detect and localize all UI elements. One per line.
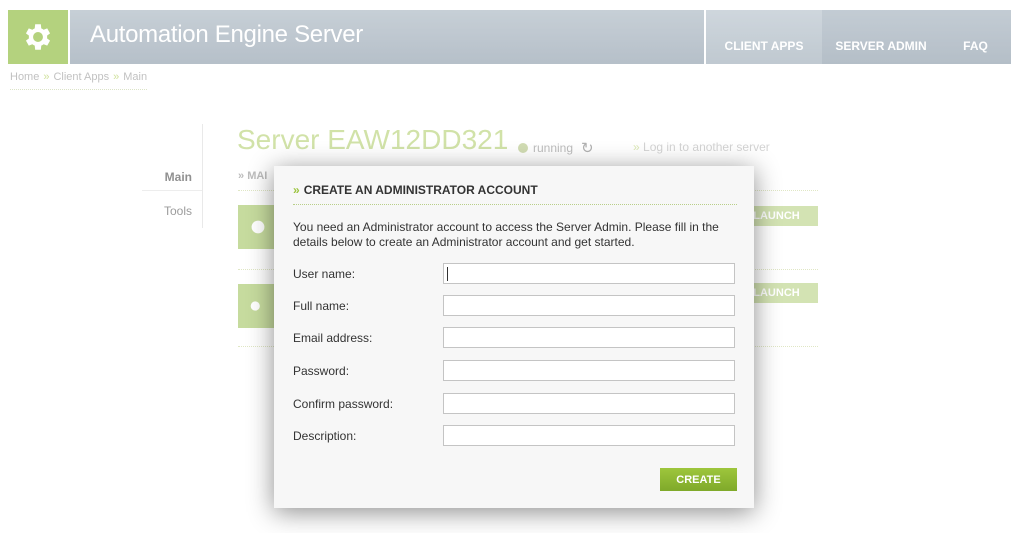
confirm-password-field[interactable] (443, 393, 735, 414)
description-field[interactable] (443, 425, 735, 446)
password-label: Password: (293, 364, 350, 378)
email-label: Email address: (293, 331, 373, 345)
form-row-password: Password: (293, 360, 737, 382)
form-row-full-name: Full name: (293, 295, 737, 317)
user-name-field[interactable] (443, 263, 735, 284)
full-name-field[interactable] (443, 295, 735, 316)
dialog-divider (293, 204, 737, 205)
dialog-description: You need an Administrator account to acc… (293, 220, 719, 249)
dialog-title-text: CREATE AN ADMINISTRATOR ACCOUNT (303, 183, 538, 197)
full-name-label: Full name: (293, 299, 350, 313)
description-label: Description: (293, 429, 357, 443)
user-name-label: User name: (293, 267, 356, 281)
form-row-email: Email address: (293, 327, 737, 349)
form-row-description: Description: (293, 425, 737, 447)
password-field[interactable] (443, 360, 735, 381)
text-cursor (447, 267, 448, 281)
confirm-password-label: Confirm password: (293, 397, 394, 411)
create-button[interactable]: CREATE (660, 468, 737, 491)
dialog-title: » CREATE AN ADMINISTRATOR ACCOUNT (293, 183, 538, 197)
email-field[interactable] (443, 327, 735, 348)
create-admin-dialog: » CREATE AN ADMINISTRATOR ACCOUNT You nee… (274, 166, 754, 508)
form-row-user-name: User name: (293, 263, 737, 285)
form-row-confirm-password: Confirm password: (293, 393, 737, 415)
chevron-icon: » (293, 183, 300, 197)
